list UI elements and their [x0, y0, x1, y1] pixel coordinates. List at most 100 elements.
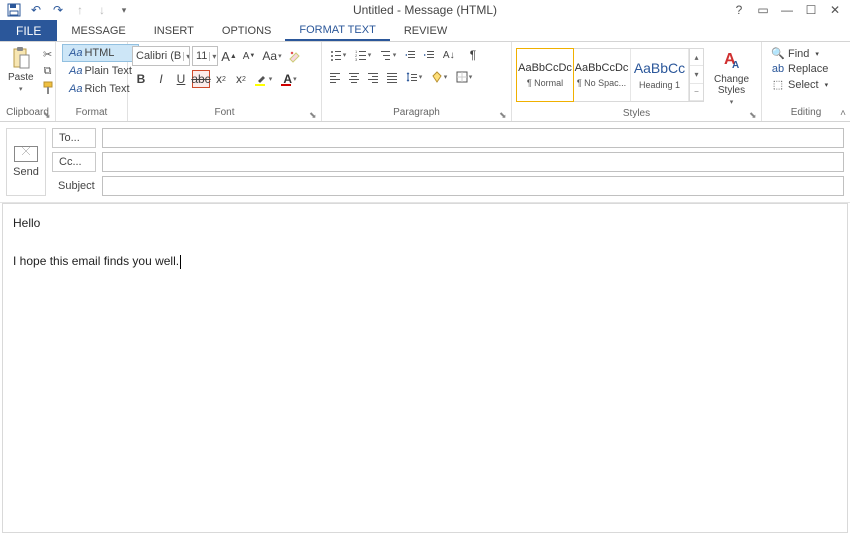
bold-button[interactable]: B — [132, 70, 150, 88]
superscript-button[interactable]: x2 — [232, 70, 250, 88]
gallery-down-icon[interactable]: ▾ — [690, 66, 703, 83]
style-heading1[interactable]: AaBbCc Heading 1 — [631, 49, 689, 101]
quick-access-toolbar: ↶ ↷ ↑ ↓ ▾ — [0, 2, 132, 18]
decrease-indent-button[interactable] — [401, 46, 419, 64]
subject-label: Subject — [52, 176, 96, 196]
group-clipboard: Paste ▾ ✂ ⧉ Clipboard ⬊ — [0, 42, 56, 121]
styles-gallery[interactable]: AaBbCcDc ¶ Normal AaBbCcDc ¶ No Spac... … — [516, 48, 704, 102]
group-paragraph: ▾ 123▾ ▾ A↓▾ ¶ ▾ ▾ ▾ Paragraph ⬊ — [322, 42, 512, 121]
message-body[interactable]: Hello I hope this email finds you well. — [2, 203, 848, 533]
dialog-launcher-icon[interactable]: ⬊ — [749, 110, 759, 120]
redo-icon[interactable]: ↷ — [50, 2, 66, 18]
change-styles-icon: AA — [722, 50, 742, 72]
numbering-button[interactable]: 123▾ — [351, 46, 375, 64]
ribbon-tabs: FILE MESSAGE INSERT OPTIONS FORMAT TEXT … — [0, 20, 850, 42]
tab-file[interactable]: FILE — [0, 20, 57, 41]
help-icon[interactable]: ? — [732, 3, 746, 17]
font-name-combo[interactable]: Calibri (B▾ — [132, 46, 190, 66]
select-button[interactable]: ⬚Select▾ — [770, 77, 830, 92]
align-right-button[interactable] — [364, 68, 382, 86]
tab-review[interactable]: REVIEW — [390, 20, 461, 41]
paste-button[interactable]: Paste ▾ — [4, 44, 38, 95]
copy-icon[interactable]: ⧉ — [40, 63, 56, 79]
borders-button[interactable]: ▾ — [452, 68, 476, 86]
title-bar: ↶ ↷ ↑ ↓ ▾ Untitled - Message (HTML) ? ▭ … — [0, 0, 850, 20]
show-marks-button[interactable]: ¶ — [464, 46, 482, 64]
select-icon: ⬚ — [772, 78, 784, 91]
find-button[interactable]: 🔍Find▾ — [770, 46, 830, 61]
highlight-button[interactable]: ▾ — [252, 70, 276, 88]
message-header: Send To... Cc... Subject — [0, 122, 850, 203]
chevron-down-icon: ▾ — [183, 52, 190, 61]
strikethrough-button[interactable]: abc — [192, 70, 210, 88]
dialog-launcher-icon[interactable]: ⬊ — [309, 110, 319, 120]
shrink-font-icon[interactable]: A▼ — [240, 47, 258, 65]
undo-icon[interactable]: ↶ — [28, 2, 44, 18]
sort-button[interactable]: A↓▾ — [439, 46, 463, 64]
grow-font-icon[interactable]: A▲ — [220, 47, 238, 65]
group-styles: AaBbCcDc ¶ Normal AaBbCcDc ¶ No Spac... … — [512, 42, 762, 121]
svg-text:3: 3 — [355, 57, 358, 61]
cc-button[interactable]: Cc... — [52, 152, 96, 172]
underline-button[interactable]: U — [172, 70, 190, 88]
to-field[interactable] — [102, 128, 844, 148]
group-format: AaHTML AaPlain Text AaRich Text Format — [56, 42, 128, 121]
send-button[interactable]: Send — [6, 128, 46, 196]
close-icon[interactable]: ✕ — [828, 3, 842, 17]
group-label: Format — [60, 107, 123, 121]
change-case-icon[interactable]: Aa▾ — [260, 47, 284, 65]
chevron-down-icon: ▾ — [19, 85, 23, 93]
replace-button[interactable]: abReplace — [770, 62, 830, 76]
line-spacing-button[interactable]: ▾ — [402, 68, 426, 86]
body-line: I hope this email finds you well. — [13, 252, 837, 271]
window-controls: ? ▭ — ☐ ✕ — [732, 3, 850, 17]
group-font: Calibri (B▾ 11▾ A▲ A▼ Aa▾ B I U abc x2 x… — [128, 42, 322, 121]
qat-dropdown-icon[interactable]: ▾ — [116, 2, 132, 18]
tab-message[interactable]: MESSAGE — [57, 20, 139, 41]
gallery-scroll: ▴ ▾ ⎯ — [689, 49, 703, 101]
cc-field[interactable] — [102, 152, 844, 172]
gallery-up-icon[interactable]: ▴ — [690, 49, 703, 66]
svg-text:A: A — [732, 60, 739, 71]
group-editing: 🔍Find▾ abReplace ⬚Select▾ Editing — [762, 42, 850, 121]
collapse-ribbon-icon[interactable]: ˄ — [840, 108, 846, 119]
change-styles-button[interactable]: AA ChangeStyles ▾ — [710, 48, 753, 108]
tab-options[interactable]: OPTIONS — [208, 20, 286, 41]
chevron-down-icon: ▾ — [730, 98, 734, 106]
group-label: Styles — [516, 108, 757, 121]
align-center-button[interactable] — [345, 68, 363, 86]
save-icon[interactable] — [6, 2, 22, 18]
find-icon: 🔍 — [772, 47, 784, 60]
envelope-icon — [14, 146, 38, 162]
group-label: Font — [132, 107, 317, 121]
italic-button[interactable]: I — [152, 70, 170, 88]
style-no-spacing[interactable]: AaBbCcDc ¶ No Spac... — [573, 49, 631, 101]
dialog-launcher-icon[interactable]: ⬊ — [499, 110, 509, 120]
justify-button[interactable] — [383, 68, 401, 86]
gallery-more-icon[interactable]: ⎯ — [690, 84, 703, 101]
text-cursor — [180, 255, 181, 269]
to-button[interactable]: To... — [52, 128, 96, 148]
multilevel-list-button[interactable]: ▾ — [376, 46, 400, 64]
bullets-button[interactable]: ▾ — [326, 46, 350, 64]
style-normal[interactable]: AaBbCcDc ¶ Normal — [516, 48, 574, 102]
align-left-button[interactable] — [326, 68, 344, 86]
tab-insert[interactable]: INSERT — [140, 20, 208, 41]
increase-indent-button[interactable] — [420, 46, 438, 64]
subscript-button[interactable]: x2 — [212, 70, 230, 88]
clear-formatting-icon[interactable] — [286, 47, 304, 65]
font-size-combo[interactable]: 11▾ — [192, 46, 218, 66]
replace-icon: ab — [772, 63, 784, 75]
subject-field[interactable] — [102, 176, 844, 196]
font-color-button[interactable]: A▾ — [278, 70, 302, 88]
maximize-icon[interactable]: ☐ — [804, 3, 818, 17]
minimize-icon[interactable]: — — [780, 3, 794, 17]
tab-format-text[interactable]: FORMAT TEXT — [285, 20, 389, 41]
format-painter-icon[interactable] — [40, 80, 56, 96]
ribbon-options-icon[interactable]: ▭ — [756, 3, 770, 17]
cut-icon[interactable]: ✂ — [40, 46, 56, 62]
dialog-launcher-icon[interactable]: ⬊ — [43, 110, 53, 120]
down-arrow-icon: ↓ — [94, 2, 110, 18]
up-arrow-icon: ↑ — [72, 2, 88, 18]
shading-button[interactable]: ▾ — [427, 68, 451, 86]
